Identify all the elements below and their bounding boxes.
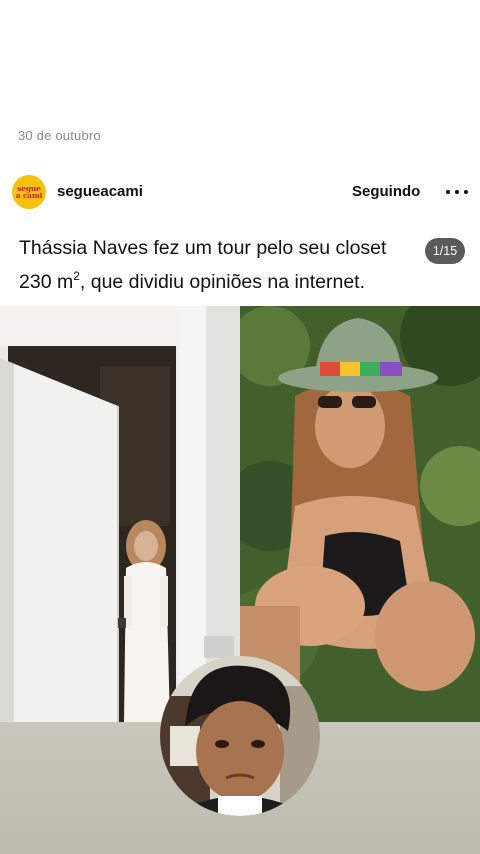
woman-in-hat-photo xyxy=(240,306,480,722)
caption-end: , que dividiu opiniões na internet. xyxy=(79,271,366,293)
following-button[interactable]: Seguindo xyxy=(352,183,420,200)
woman-hat-illustration xyxy=(240,306,480,722)
more-horizontal-icon[interactable] xyxy=(446,182,468,202)
post-media-carousel[interactable] xyxy=(0,306,480,854)
reaction-face-cam xyxy=(160,656,320,816)
avatar-text-line2: a cami xyxy=(15,191,43,200)
avatar[interactable]: segue a cami xyxy=(12,175,46,209)
face-cam-illustration xyxy=(160,656,320,816)
post-date: 30 de outubro xyxy=(18,128,101,143)
slide-counter: 1/15 xyxy=(425,238,465,264)
post-header: segue a cami segueacami Seguindo xyxy=(0,172,480,212)
post-caption: Thássia Naves fez um tour pelo seu close… xyxy=(19,234,424,296)
author-username[interactable]: segueacami xyxy=(57,183,143,200)
hallway-photo xyxy=(0,306,240,722)
hallway-illustration xyxy=(0,306,240,722)
caption-superscript: 2 xyxy=(73,269,80,283)
